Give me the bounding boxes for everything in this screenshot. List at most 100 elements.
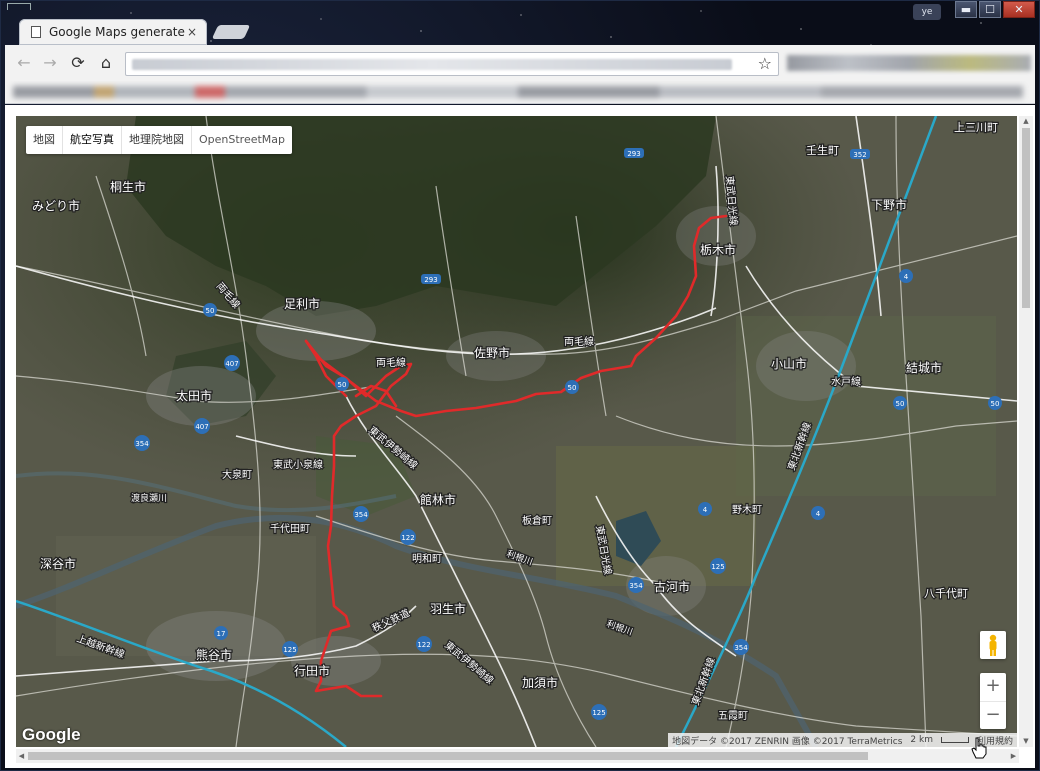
hand-cursor-icon [971,737,987,759]
tab-title: Google Maps generate [49,25,185,39]
label-mito-line: 水戸線 [831,375,861,388]
label-yuki: 結城市 [906,360,942,375]
tab-close-icon[interactable]: × [185,25,199,39]
page-icon [31,26,41,38]
bookmark-star-icon[interactable]: ☆ [758,55,772,73]
browser-toolbar: ← → ⟳ ⌂ ☆ [5,45,1035,82]
new-tab-button[interactable] [211,25,251,39]
close-window-button[interactable]: ✕ [1003,1,1035,18]
svg-text:354: 354 [629,582,643,590]
window-controls: ▬ ☐ ✕ [955,1,1035,18]
map-canvas[interactable]: 293 352 293 50 407 407 354 354 122 17 12… [16,116,1017,747]
label-kiryu: 桐生市 [110,179,146,194]
label-kazo: 加須市 [522,675,558,690]
scale-bar [940,737,969,743]
svg-text:354: 354 [354,511,368,519]
svg-text:407: 407 [195,423,208,431]
scroll-left-icon[interactable]: ◀ [16,749,27,763]
label-nogi: 野木町 [732,504,762,516]
map-type-control: 地図 航空写真 地理院地図 OpenStreetMap [26,126,293,154]
vertical-scroll-thumb[interactable] [1022,128,1030,308]
browser-window: ye ▬ ☐ ✕ Google Maps generate × ← → ⟳ ⌂ … [0,0,1040,771]
svg-text:4: 4 [904,273,909,281]
scroll-right-icon[interactable]: ▶ [1008,749,1019,763]
address-bar[interactable]: ☆ [125,52,779,76]
maptype-map-button[interactable]: 地図 [26,126,63,154]
maptype-satellite-button[interactable]: 航空写真 [63,126,122,154]
blurred-url [132,59,732,70]
zoom-out-button[interactable]: − [980,702,1006,730]
label-oyama: 小山市 [771,356,807,371]
svg-text:4: 4 [703,506,708,514]
label-tochigi: 栃木市 [700,242,736,257]
profile-button[interactable]: ye [913,4,941,20]
svg-text:125: 125 [711,563,724,571]
svg-text:352: 352 [853,151,866,159]
attribution-text: 地図データ ©2017 ZENRIN 画像 ©2017 TerraMetrics [672,736,903,747]
svg-text:50: 50 [206,307,215,315]
svg-text:407: 407 [225,360,238,368]
horizontal-scroll-thumb[interactable] [28,752,868,760]
home-icon[interactable]: ⌂ [97,54,115,72]
label-goka: 五霞町 [718,710,748,722]
svg-text:122: 122 [417,641,430,649]
svg-text:354: 354 [135,440,149,448]
label-shimotsuke: 下野市 [871,197,907,212]
label-kaminokawa: 上三川町 [954,121,998,134]
label-sano: 佐野市 [474,345,510,360]
svg-text:354: 354 [734,644,748,652]
svg-text:50: 50 [896,400,905,408]
scroll-up-icon[interactable]: ▲ [1019,116,1033,127]
reload-icon[interactable]: ⟳ [69,54,87,72]
vertical-scrollbar[interactable]: ▲ ▼ [1019,116,1033,747]
label-koga: 古河市 [654,579,690,594]
svg-text:17: 17 [217,630,226,638]
label-ota: 太田市 [176,388,212,403]
zoom-in-button[interactable]: + [980,673,1006,702]
forward-icon[interactable]: → [41,54,59,72]
google-logo: Google [22,725,81,744]
maptype-osm-button[interactable]: OpenStreetMap [192,126,292,154]
street-view-pegman-icon[interactable] [980,631,1006,659]
extensions-area[interactable] [787,55,1031,71]
scale-label[interactable]: 2 km [910,735,933,745]
svg-text:50: 50 [568,384,577,392]
label-mibu: 壬生町 [806,143,839,157]
label-chiyoda: 千代田町 [270,523,310,535]
label-midori: みどり市 [32,198,80,213]
maptype-gsi-button[interactable]: 地理院地図 [122,126,192,154]
svg-text:293: 293 [627,150,640,158]
label-tobu-koizumi: 東武小泉線 [273,458,323,471]
label-hanyu: 羽生市 [430,601,466,616]
minimize-button[interactable]: ▬ [955,1,977,18]
page-content: 293 352 293 50 407 407 354 354 122 17 12… [5,105,1035,768]
label-fukaya: 深谷市 [40,556,76,571]
svg-text:4: 4 [816,510,821,518]
label-oizumi: 大泉町 [222,468,252,481]
label-ashikaga: 足利市 [284,296,320,311]
label-tatebayashi: 館林市 [420,492,456,507]
label-itakura: 板倉町 [522,514,552,527]
maximize-button[interactable]: ☐ [979,1,1001,18]
back-icon[interactable]: ← [15,54,33,72]
satellite-map[interactable]: 293 352 293 50 407 407 354 354 122 17 12… [16,116,1017,747]
map-attribution: 地図データ ©2017 ZENRIN 画像 ©2017 TerraMetrics… [668,733,1017,747]
label-meiwa: 明和町 [412,553,442,565]
bookmarks-bar[interactable] [5,81,1035,104]
zoom-control: + − [980,673,1006,729]
svg-text:293: 293 [424,276,437,284]
svg-text:122: 122 [401,534,414,542]
svg-text:50: 50 [991,400,1000,408]
label-ryomo-line: 両毛線 [564,335,594,348]
svg-text:125: 125 [592,709,605,717]
label-watarase-river: 渡良瀬川 [131,492,167,504]
horizontal-scrollbar[interactable]: ◀ ▶ [16,749,1019,763]
blurred-bookmarks [13,86,1023,98]
label-ryomo-line-2: 両毛線 [376,356,406,369]
scroll-down-icon[interactable]: ▼ [1019,736,1033,747]
label-gyoda: 行田市 [294,663,330,678]
window-logo [7,3,31,10]
browser-tab[interactable]: Google Maps generate × [19,19,207,45]
label-yachiyo: 八千代町 [924,587,968,600]
svg-text:125: 125 [283,646,296,654]
